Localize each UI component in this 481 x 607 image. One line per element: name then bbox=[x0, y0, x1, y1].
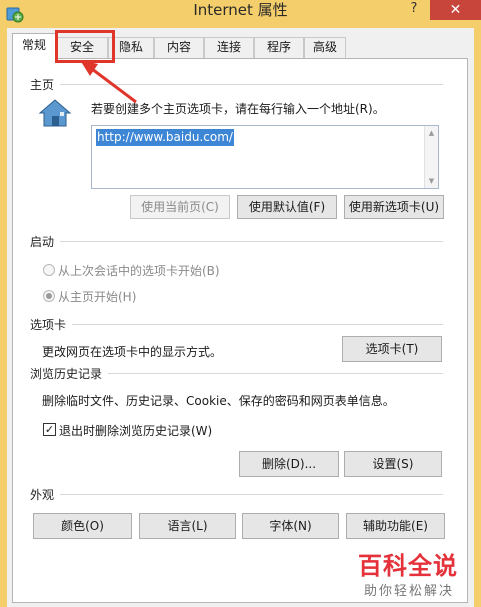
use-default-button[interactable]: 使用默认值(F) bbox=[237, 195, 337, 219]
history-section-divider bbox=[108, 373, 443, 374]
accessibility-button[interactable]: 辅助功能(E) bbox=[346, 513, 445, 539]
home-page-section-title: 主页 bbox=[30, 78, 55, 92]
watermark-tagline: 助你轻松解决 bbox=[364, 584, 455, 599]
appearance-section-title: 外观 bbox=[30, 488, 55, 502]
radio-home-page-label: 从主页开始(H) bbox=[58, 290, 137, 304]
home-page-textarea[interactable]: http://www.baidu.com/ ▲ ▼ bbox=[91, 125, 439, 189]
tabs-section-divider bbox=[72, 324, 443, 325]
tab-content[interactable]: 内容 bbox=[154, 37, 204, 58]
close-button[interactable]: ✕ bbox=[430, 0, 481, 20]
tab-advanced[interactable]: 高级 bbox=[304, 37, 346, 58]
history-description: 删除临时文件、历史记录、Cookie、保存的密码和网页表单信息。 bbox=[42, 394, 395, 408]
radio-last-session-label: 从上次会话中的选项卡开始(B) bbox=[58, 264, 220, 278]
tabs-settings-button[interactable]: 选项卡(T) bbox=[342, 336, 442, 362]
colors-button[interactable]: 颜色(O) bbox=[33, 513, 132, 539]
home-page-url: http://www.baidu.com/ bbox=[96, 129, 234, 146]
delete-history-button[interactable]: 删除(D)... bbox=[239, 451, 339, 477]
delete-on-exit-checkbox[interactable]: ✓ bbox=[43, 423, 56, 436]
fonts-button[interactable]: 字体(N) bbox=[242, 513, 339, 539]
use-current-button[interactable]: 使用当前页(C) bbox=[130, 195, 230, 219]
tab-general[interactable]: 常规 bbox=[12, 33, 56, 59]
title-bar[interactable]: Internet 属性 ? ✕ bbox=[0, 0, 481, 28]
delete-on-exit-label: 退出时删除浏览历史记录(W) bbox=[59, 424, 213, 438]
languages-button[interactable]: 语言(L) bbox=[139, 513, 236, 539]
scroll-up-icon[interactable]: ▲ bbox=[425, 127, 438, 139]
scroll-down-icon[interactable]: ▼ bbox=[425, 175, 438, 187]
history-settings-button[interactable]: 设置(S) bbox=[344, 451, 442, 477]
watermark-logo-text: 百科全说 bbox=[358, 552, 458, 580]
help-button[interactable]: ? bbox=[405, 0, 423, 20]
radio-last-session[interactable] bbox=[43, 264, 55, 276]
appearance-section-divider bbox=[60, 494, 443, 495]
tabs-description: 更改网页在选项卡中的显示方式。 bbox=[42, 345, 223, 359]
startup-section-divider bbox=[60, 241, 443, 242]
history-section-title: 浏览历史记录 bbox=[30, 367, 103, 381]
annotation-arrow bbox=[80, 60, 137, 104]
house-icon bbox=[38, 99, 72, 127]
tab-connections[interactable]: 连接 bbox=[204, 37, 254, 58]
radio-home-page[interactable] bbox=[43, 290, 55, 302]
use-new-tab-button[interactable]: 使用新选项卡(U) bbox=[344, 195, 444, 219]
textarea-scrollbar[interactable]: ▲ ▼ bbox=[424, 126, 438, 188]
tabs-section-title: 选项卡 bbox=[30, 318, 67, 332]
tab-programs[interactable]: 程序 bbox=[254, 37, 304, 58]
startup-section-title: 启动 bbox=[30, 235, 55, 249]
